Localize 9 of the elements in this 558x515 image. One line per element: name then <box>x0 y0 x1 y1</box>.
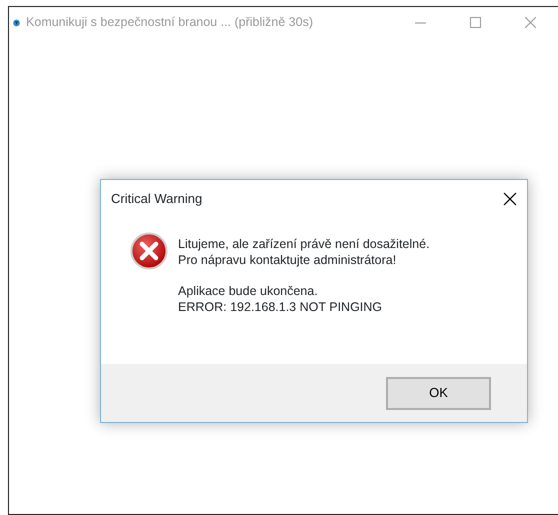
maximize-icon <box>470 17 481 28</box>
detail-message: Aplikace bude ukončena. ERROR: 192.168.1.3 NOT PINGING <box>178 283 384 315</box>
close-icon <box>525 17 536 28</box>
error-message: Litujeme, ale zařízení právě není dosažitelné. Pro nápravu kontaktujte administrátora! <box>178 236 430 268</box>
window-title: Komunikuji s bezpečnostní branou ... (přibližně 30s) <box>26 14 313 32</box>
dialog-title: Critical Warning <box>111 190 202 208</box>
close-icon <box>503 192 517 206</box>
error-icon <box>130 232 168 270</box>
ok-button[interactable]: OK <box>387 378 490 408</box>
